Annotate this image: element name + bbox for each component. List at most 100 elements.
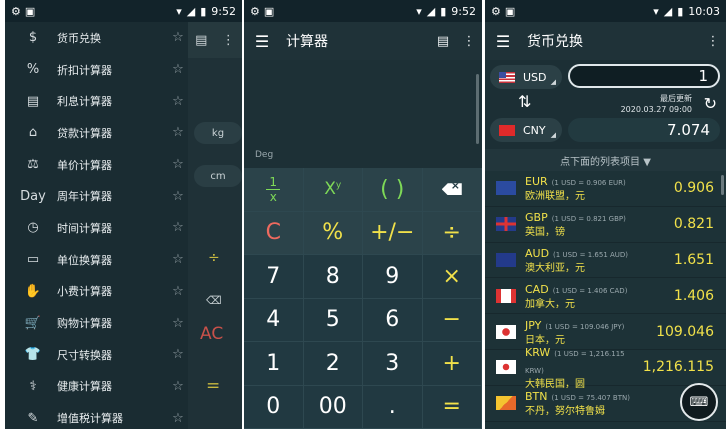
phone-drawer: ⚙ ▣ ▾ ◢ ▮ 9:52 ▤ ⋮ kg cm ÷ ⌫ AC = $ 货币兑换 ☆% 折扣计算… — [5, 0, 242, 429]
status-time: 9:52 — [211, 4, 236, 18]
key-label: 7 — [266, 263, 281, 289]
battery-icon: ▮ — [200, 4, 207, 18]
parentheses-key[interactable]: ( ) — [363, 168, 423, 212]
drawer-item[interactable]: ⚖ 单价计算器 ☆ — [5, 149, 188, 181]
star-icon[interactable]: ☆ — [168, 30, 188, 45]
minus-key[interactable]: − — [422, 298, 482, 342]
navigation-drawer: $ 货币兑换 ☆% 折扣计算器 ☆ ▤ 利息计算器 ☆ ⌂ 贷款计算器 ☆ ⚖ 单价计算器 ☆ Day 周年计… — [5, 22, 188, 429]
drawer-item[interactable]: ◷ 时间计算器 ☆ — [5, 212, 188, 244]
reciprocal-key[interactable]: 1x — [244, 168, 304, 212]
star-icon[interactable]: ☆ — [168, 62, 188, 77]
five-key[interactable]: 5 — [303, 298, 363, 342]
key-label: ÷ — [442, 220, 461, 246]
display-scrollbar[interactable] — [476, 74, 479, 144]
currency-code: EUR — [525, 175, 548, 189]
drawer-item[interactable]: % 折扣计算器 ☆ — [5, 54, 188, 86]
menu-icon[interactable]: ☰ — [244, 32, 280, 51]
more-icon[interactable]: ⋮ — [456, 34, 482, 49]
key-label: 6 — [385, 307, 400, 333]
history-icon[interactable]: ▤ — [430, 34, 456, 49]
refresh-icon[interactable]: ↻ — [704, 94, 717, 113]
currency-row[interactable]: AUD (1 USD = 1.651 AUD) 澳大利亚，元 1.651 — [485, 243, 726, 279]
power-key[interactable]: Xy — [303, 168, 363, 212]
last-updated-time: 2020.03.27 09:00 — [620, 105, 692, 114]
star-icon[interactable]: ☆ — [168, 125, 188, 140]
drawer-item[interactable]: ⌂ 贷款计算器 ☆ — [5, 117, 188, 149]
menu-icon[interactable]: ☰ — [485, 32, 521, 51]
star-icon[interactable]: ☆ — [168, 220, 188, 235]
divide-key[interactable]: ÷ — [422, 211, 482, 255]
three-key[interactable]: 3 — [363, 342, 423, 386]
drawer-item[interactable]: ▭ 单位换算器 ☆ — [5, 244, 188, 276]
currency-name: 英国，镑 — [525, 227, 565, 239]
multiply-key[interactable]: × — [422, 255, 482, 299]
converted-value: 0.906 — [673, 180, 714, 197]
star-icon[interactable]: ☆ — [168, 94, 188, 109]
drawer-item[interactable]: ✎ 增值税计算器 ☆ — [5, 402, 188, 429]
equals-key[interactable]: = — [422, 385, 482, 429]
unit-pill-length: cm — [194, 165, 242, 187]
drawer-item[interactable]: 🛒 购物计算器 ☆ — [5, 307, 188, 339]
nine-key[interactable]: 9 — [363, 255, 423, 299]
drawer-item[interactable]: $ 货币兑换 ☆ — [5, 22, 188, 54]
drawer-item-label: 周年计算器 — [57, 190, 112, 204]
star-icon[interactable]: ☆ — [168, 316, 188, 331]
star-icon[interactable]: ☆ — [168, 157, 188, 172]
currency-code: CAD — [525, 282, 549, 296]
drawer-item-icon: $ — [28, 30, 38, 46]
four-key[interactable]: 4 — [244, 298, 304, 342]
cad-flag-icon — [496, 288, 516, 303]
currency-row[interactable]: GBP (1 USD = 0.821 GBP) 英国，镑 0.821 — [485, 207, 726, 243]
converted-value: 0.821 — [673, 216, 714, 233]
six-key[interactable]: 6 — [363, 298, 423, 342]
drawer-item[interactable]: ⚕ 健康计算器 ☆ — [5, 371, 188, 403]
image-status-icon: ▣ — [24, 4, 36, 18]
settings-status-icon: ⚙ — [250, 4, 260, 18]
double-zero-key[interactable]: 00 — [303, 385, 363, 429]
more-icon[interactable]: ⋮ — [700, 34, 726, 49]
signal-icon: ◢ — [426, 4, 436, 18]
star-icon[interactable]: ☆ — [168, 347, 188, 362]
from-currency-select[interactable]: USD ◢ — [490, 65, 562, 89]
currency-code: AUD — [525, 246, 550, 260]
swap-icon[interactable]: ⇅ — [518, 92, 531, 111]
drawer-item-icon: ▭ — [26, 252, 40, 268]
drawer-item[interactable]: Day 周年计算器 ☆ — [5, 180, 188, 212]
one-key[interactable]: 1 — [244, 342, 304, 386]
to-currency-select[interactable]: CNY ◢ — [490, 118, 562, 142]
drawer-item[interactable]: 👕 尺寸转换器 ☆ — [5, 339, 188, 371]
signal-icon: ◢ — [186, 4, 196, 18]
converted-value: 1.651 — [673, 251, 714, 268]
backspace-icon: ⌫ — [206, 294, 222, 307]
star-icon[interactable]: ☆ — [168, 379, 188, 394]
cn-flag-icon — [499, 124, 515, 136]
clear-key[interactable]: C — [244, 211, 304, 255]
star-icon[interactable]: ☆ — [168, 252, 188, 267]
drawer-item[interactable]: ✋ 小费计算器 ☆ — [5, 276, 188, 308]
to-amount-field[interactable]: 7.074 — [568, 118, 720, 142]
two-key[interactable]: 2 — [303, 342, 363, 386]
decimal-key[interactable]: . — [363, 385, 423, 429]
drawer-item[interactable]: ▤ 利息计算器 ☆ — [5, 85, 188, 117]
page-title: 计算器 — [286, 34, 328, 50]
star-icon[interactable]: ☆ — [168, 411, 188, 426]
sign-key[interactable]: +/− — [363, 211, 423, 255]
eight-key[interactable]: 8 — [303, 255, 363, 299]
currency-row[interactable]: CAD (1 USD = 1.406 CAD) 加拿大，元 1.406 — [485, 278, 726, 315]
star-icon[interactable]: ☆ — [168, 189, 188, 204]
zero-key[interactable]: 0 — [244, 385, 304, 429]
list-scrollbar[interactable] — [721, 175, 724, 195]
equals-key: = — [206, 376, 221, 396]
backspace-key[interactable] — [422, 168, 482, 212]
percent-key[interactable]: % — [303, 211, 363, 255]
from-amount-input[interactable]: 1 — [568, 64, 720, 88]
divide-key: ÷ — [208, 250, 220, 266]
key-label: 9 — [385, 263, 400, 289]
keyboard-icon[interactable]: ⌨ — [680, 383, 718, 421]
currency-row[interactable]: KRW (1 USD = 1,216.115 KRW) 大韩民国，圆 1,216.11… — [485, 346, 726, 390]
star-icon[interactable]: ☆ — [168, 284, 188, 299]
currency-row[interactable]: EUR (1 USD = 0.906 EUR) 欧洲联盟，元 0.906 — [485, 171, 726, 207]
seven-key[interactable]: 7 — [244, 255, 304, 299]
plus-key[interactable]: + — [422, 342, 482, 386]
angle-mode[interactable]: Deg — [255, 150, 273, 160]
